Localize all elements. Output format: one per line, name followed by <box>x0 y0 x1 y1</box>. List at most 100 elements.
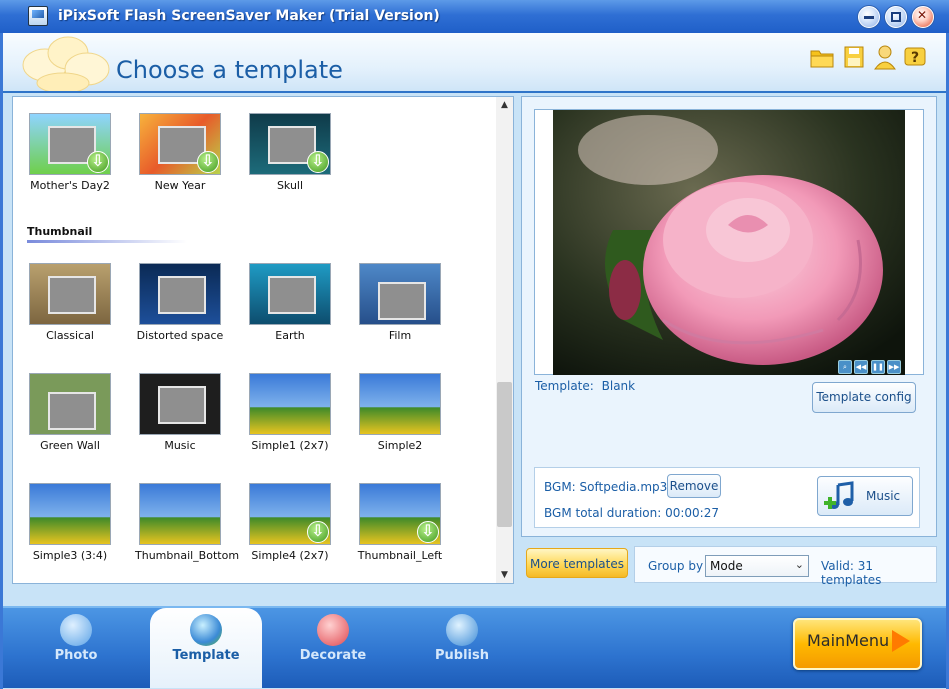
download-icon[interactable] <box>417 521 439 543</box>
template-thumbnail[interactable] <box>139 113 221 175</box>
template-item[interactable]: Thumbnail_Bottom <box>135 483 240 562</box>
page-title: Choose a template <box>116 56 343 84</box>
group-by-value: Mode <box>710 559 743 573</box>
svg-text:?: ? <box>911 50 919 66</box>
section-heading: Thumbnail <box>27 225 93 238</box>
template-thumbnail[interactable] <box>139 373 221 435</box>
vertical-scrollbar[interactable]: ▲ ▼ <box>496 97 513 583</box>
valid-count: Valid: 31 templates <box>821 559 882 587</box>
template-thumbnail[interactable] <box>249 113 331 175</box>
remove-bgm-button[interactable]: Remove <box>667 474 721 498</box>
title-bar: iPixSoft Flash ScreenSaver Maker (Trial … <box>0 0 949 34</box>
template-item[interactable]: Mother's Day2 <box>25 113 115 192</box>
main-menu-label: MainMenu <box>807 631 890 650</box>
template-thumbnail[interactable] <box>139 483 221 545</box>
template-item[interactable]: Thumbnail_Left <box>355 483 445 562</box>
page-header: Choose a template ? <box>3 33 946 93</box>
template-list-panel: Mother's Day2 New Year Skull Thumbnail C… <box>12 96 514 584</box>
tab-photo[interactable]: Photo <box>26 608 126 688</box>
scroll-thumb[interactable] <box>497 382 512 527</box>
template-name: Simple3 (3:4) <box>32 549 108 562</box>
template-thumbnail[interactable] <box>249 373 331 435</box>
scroll-down-arrow-icon[interactable]: ▼ <box>496 567 513 583</box>
minimize-button[interactable] <box>858 6 880 28</box>
template-name: Simple4 (2x7) <box>251 549 329 562</box>
pause-icon[interactable]: ❚❚ <box>871 360 885 374</box>
template-item[interactable]: Simple3 (3:4) <box>25 483 115 562</box>
music-button[interactable]: Music <box>817 476 913 516</box>
template-name: Distorted space <box>136 329 224 342</box>
download-icon[interactable] <box>307 151 329 173</box>
template-item[interactable]: Green Wall <box>25 373 115 452</box>
template-item[interactable]: Film <box>355 263 445 342</box>
download-icon[interactable] <box>307 521 329 543</box>
preview-frame: ⌕ ◀◀ ❚❚ ▶▶ <box>534 109 924 375</box>
app-icon[interactable] <box>28 6 48 26</box>
template-thumbnail[interactable] <box>29 373 111 435</box>
download-icon[interactable] <box>87 151 109 173</box>
template-name: Classical <box>46 329 94 342</box>
bgm-panel: BGM: Softpedia.mp3 Remove BGM total dura… <box>534 467 920 528</box>
template-thumbnail[interactable] <box>359 483 441 545</box>
folder-icon[interactable] <box>809 44 835 70</box>
template-thumbnail[interactable] <box>359 263 441 325</box>
template-icon <box>190 614 222 646</box>
rewind-icon[interactable]: ◀◀ <box>854 360 868 374</box>
template-thumbnail[interactable] <box>249 263 331 325</box>
user-icon[interactable] <box>872 44 898 70</box>
template-name: Thumbnail_Left <box>357 549 443 562</box>
preview-panel: ⌕ ◀◀ ❚❚ ▶▶ Template: Blank Template conf… <box>521 96 937 537</box>
template-name: Music <box>164 439 196 452</box>
window-title: iPixSoft Flash ScreenSaver Maker (Trial … <box>58 8 440 24</box>
template-name: Thumbnail_Bottom <box>135 549 240 562</box>
download-icon[interactable] <box>197 151 219 173</box>
bgm-duration-label: BGM total duration: 00:00:27 <box>544 506 719 520</box>
main-menu-button[interactable]: MainMenu <box>793 618 922 670</box>
group-by-label: Group by <box>648 559 704 573</box>
save-icon[interactable] <box>841 44 867 70</box>
template-name: Skull <box>276 179 304 192</box>
forward-icon[interactable]: ▶▶ <box>887 360 901 374</box>
template-config-button[interactable]: Template config <box>812 382 916 413</box>
chevron-down-icon[interactable]: ⌄ <box>795 558 804 571</box>
more-templates-button[interactable]: More templates <box>526 548 628 578</box>
template-item[interactable]: Simple4 (2x7) <box>245 483 335 562</box>
template-name: New Year <box>154 179 206 192</box>
arrow-right-icon <box>892 630 910 652</box>
template-thumbnail[interactable] <box>249 483 331 545</box>
template-item[interactable]: Classical <box>25 263 115 342</box>
tab-template[interactable]: Template <box>150 608 262 688</box>
help-icon[interactable]: ? <box>902 44 928 70</box>
template-item[interactable]: New Year <box>135 113 225 192</box>
template-name: Film <box>388 329 412 342</box>
bgm-file-label: BGM: Softpedia.mp3 <box>544 480 668 494</box>
template-thumbnail[interactable] <box>29 483 111 545</box>
template-item[interactable]: Distorted space <box>135 263 225 342</box>
group-by-select[interactable]: Mode ⌄ <box>705 555 809 577</box>
scroll-up-arrow-icon[interactable]: ▲ <box>496 97 513 113</box>
template-thumbnail[interactable] <box>139 263 221 325</box>
group-by-bar: Group by Mode ⌄ Valid: 31 templates <box>634 546 937 587</box>
template-name: Mother's Day2 <box>30 179 110 192</box>
close-button[interactable] <box>912 6 934 28</box>
zoom-icon[interactable]: ⌕ <box>838 360 852 374</box>
photo-icon <box>60 614 92 646</box>
template-item[interactable]: Simple1 (2x7) <box>245 373 335 452</box>
tab-photo-label: Photo <box>54 648 98 663</box>
template-name: Simple2 <box>377 439 423 452</box>
template-label: Template: <box>535 379 594 393</box>
template-item[interactable]: Music <box>135 373 225 452</box>
template-item[interactable]: Skull <box>245 113 335 192</box>
publish-icon <box>446 614 478 646</box>
heart-icon <box>317 614 349 646</box>
tab-decorate[interactable]: Decorate <box>283 608 383 688</box>
template-item[interactable]: Earth <box>245 263 335 342</box>
template-name: Green Wall <box>40 439 100 452</box>
template-thumbnail[interactable] <box>29 113 111 175</box>
tab-publish[interactable]: Publish <box>412 608 512 688</box>
maximize-button[interactable] <box>885 6 907 28</box>
template-thumbnail[interactable] <box>29 263 111 325</box>
clover-logo-icon <box>22 36 110 91</box>
template-thumbnail[interactable] <box>359 373 441 435</box>
template-item[interactable]: Simple2 <box>355 373 445 452</box>
